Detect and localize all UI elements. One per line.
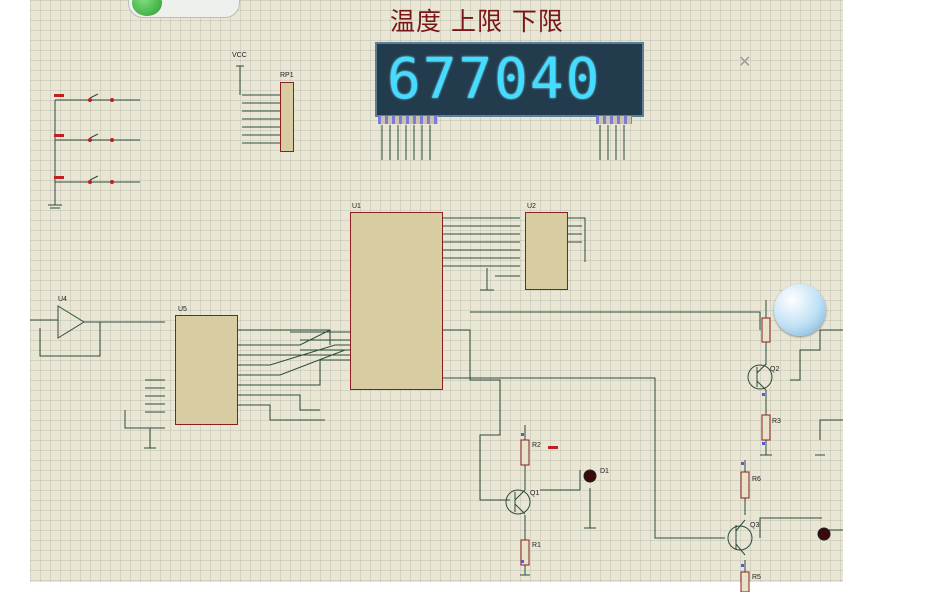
u5-label: U5 [178, 306, 187, 313]
display-pins-left [378, 116, 438, 124]
u2-label: U2 [527, 203, 536, 210]
vcc-label: VCC [232, 52, 247, 59]
u1-label: U1 [352, 203, 361, 210]
r2-label: R2 [532, 442, 541, 449]
r3-label: R3 [772, 418, 781, 425]
simulation-toggle-button[interactable] [128, 0, 240, 18]
seven-segment-display[interactable]: 677040 [375, 42, 644, 117]
rp1-label: RP1 [280, 72, 294, 79]
q3-label: Q3 [750, 522, 760, 529]
display-digits: 677040 [387, 47, 602, 112]
green-toggle-icon [132, 0, 162, 16]
rp1-chip[interactable] [280, 82, 294, 152]
q2-label: Q2 [770, 366, 780, 373]
u2-chip[interactable] [525, 212, 568, 290]
display-pins-right [596, 116, 632, 124]
r1-label: R1 [532, 542, 541, 549]
u5-chip[interactable] [175, 315, 238, 425]
display-title: 温度 上限 下限 [390, 7, 564, 36]
proteus-bird-icon [774, 284, 826, 336]
u1-chip[interactable] [350, 212, 443, 390]
q1-label: Q1 [530, 490, 540, 497]
d1-label: D1 [600, 468, 609, 475]
r6-label: R6 [752, 476, 761, 483]
close-x-icon[interactable]: ✕ [738, 52, 751, 72]
u4-label: U4 [58, 296, 67, 303]
r5-label: R5 [752, 574, 761, 581]
